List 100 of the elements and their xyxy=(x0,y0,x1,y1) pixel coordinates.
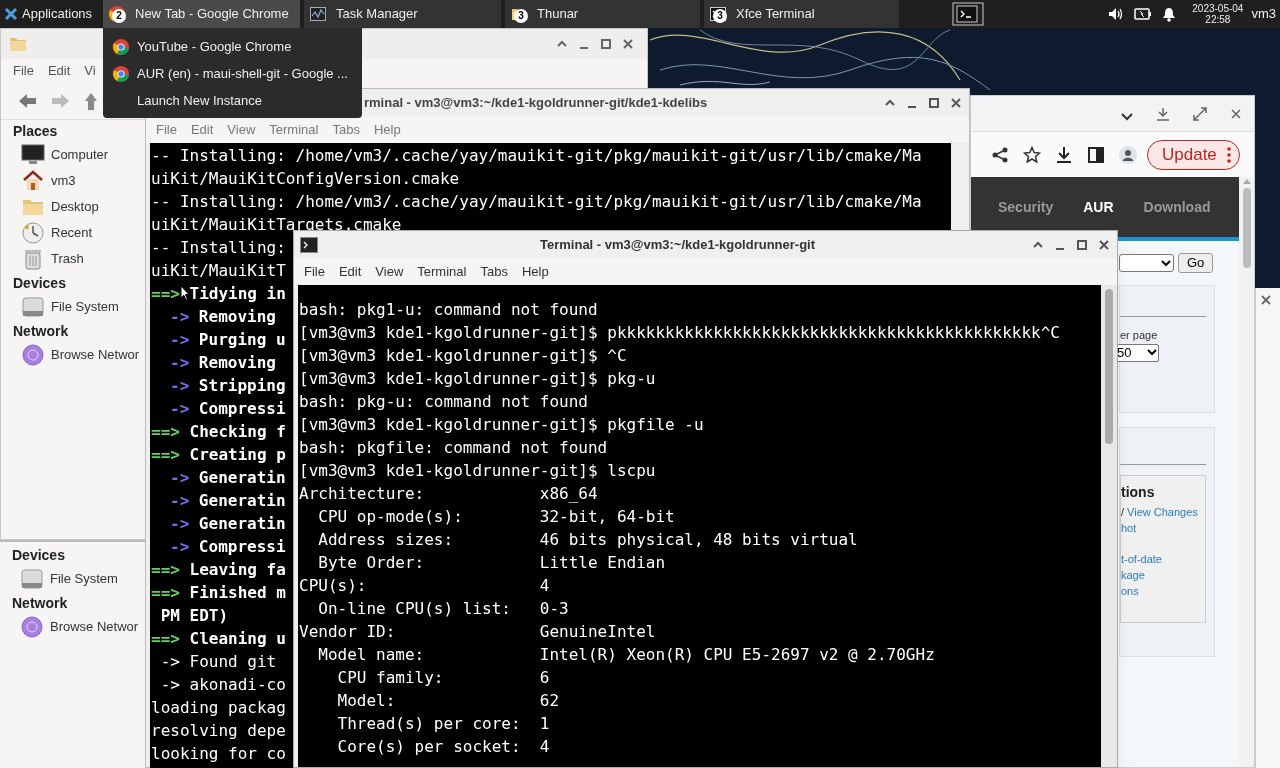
output-line: Finished m xyxy=(189,582,286,604)
go-button[interactable]: Go xyxy=(1178,253,1214,273)
close-button[interactable] xyxy=(621,37,635,51)
prompt-marker: -> xyxy=(170,536,190,558)
actions-heading: tions xyxy=(1121,483,1156,502)
download-tray-icon[interactable] xyxy=(1156,106,1170,121)
output-line: CPU family: 6 xyxy=(336,667,551,689)
update-button[interactable]: Update xyxy=(1147,139,1240,170)
menu-item[interactable]: Help xyxy=(373,120,401,140)
menu-item[interactable]: File xyxy=(13,61,34,81)
applications-menu[interactable]: Applications xyxy=(22,4,93,24)
menu-item[interactable]: Tabs xyxy=(480,262,508,282)
close-button[interactable] xyxy=(949,96,963,110)
prompt-marker: -> xyxy=(170,398,190,420)
sidebar-item[interactable]: Trash xyxy=(51,249,84,269)
output-line: Architecture: x86_64 xyxy=(299,483,599,505)
nav-link[interactable]: AUR xyxy=(1083,196,1114,218)
share-icon[interactable] xyxy=(991,145,1009,164)
sidebar-item[interactable]: vm3 xyxy=(51,171,76,191)
chrome-icon xyxy=(113,38,129,55)
drive-icon xyxy=(20,567,44,591)
action-link[interactable]: t-of-date xyxy=(1121,551,1162,567)
profile-icon[interactable] xyxy=(1119,145,1137,164)
menu-item[interactable]: Edit xyxy=(338,262,362,282)
up-arrow-icon[interactable] xyxy=(85,92,97,110)
action-link[interactable]: ons xyxy=(1121,583,1139,599)
section-heading: Places xyxy=(12,122,59,141)
section-heading: Network xyxy=(11,594,69,613)
caret-down-icon xyxy=(1161,259,1171,267)
menu-item[interactable]: Terminal xyxy=(269,120,319,140)
menu-item[interactable]: File xyxy=(156,120,177,140)
side-panel-icon[interactable] xyxy=(1087,145,1105,164)
output-line: resolving depe xyxy=(151,720,286,742)
graph-icon xyxy=(310,6,326,22)
sidebar-item[interactable]: Computer xyxy=(51,145,109,165)
close-icon[interactable] xyxy=(1260,294,1272,306)
output-line: -> Found git xyxy=(159,651,277,673)
prompt-marker: -> xyxy=(170,329,190,351)
output-line: -- Installing: xyxy=(151,237,286,259)
download-icon[interactable] xyxy=(1055,145,1073,164)
user-name[interactable]: vm3 xyxy=(1251,4,1276,24)
action-link[interactable]: View Changes xyxy=(1127,504,1198,520)
star-icon[interactable] xyxy=(1023,145,1041,164)
chrome-icon xyxy=(113,65,129,82)
scrollbar-thumb[interactable] xyxy=(1105,289,1113,444)
taskbar-button[interactable]: 2 New Tab - Google Chrome xyxy=(103,0,300,28)
menu-item[interactable]: View xyxy=(375,262,404,282)
output-line: Model: 62 xyxy=(336,690,561,712)
volume-icon[interactable] xyxy=(1108,7,1125,21)
sidebar-item[interactable]: Browse Networ xyxy=(50,617,139,637)
back-arrow-icon[interactable] xyxy=(17,92,37,110)
taskbar-button[interactable]: Task Manager xyxy=(304,0,501,28)
close-icon[interactable] xyxy=(1230,107,1242,120)
scrollbar-thumb[interactable] xyxy=(1242,188,1251,268)
menu-item[interactable]: View xyxy=(227,120,256,140)
maximize-button[interactable] xyxy=(599,37,613,51)
menu-item[interactable]: Vi xyxy=(84,61,96,81)
menu-item[interactable]: Edit xyxy=(190,120,214,140)
battery-icon[interactable] xyxy=(1134,8,1153,20)
dropdown[interactable]: 50 xyxy=(1115,343,1159,362)
nav-link[interactable]: Download xyxy=(1143,196,1211,218)
caret-down-icon[interactable] xyxy=(1120,111,1134,122)
workspace-terminal-icon[interactable] xyxy=(952,2,985,26)
nav-link[interactable]: Security xyxy=(998,196,1054,218)
bell-icon[interactable] xyxy=(1162,6,1177,22)
expand-icon[interactable] xyxy=(1192,105,1208,122)
sidebar-item[interactable]: Browse Networ xyxy=(51,345,140,365)
output-line: Purging u xyxy=(198,329,286,351)
menu-item[interactable]: AUR (en) - maui-shell-git - Google ... xyxy=(137,63,348,84)
maximize-button[interactable] xyxy=(927,96,941,110)
output-line: Checking f xyxy=(189,421,286,443)
sidebar-item[interactable]: Desktop xyxy=(51,197,99,217)
maximize-button[interactable] xyxy=(1075,238,1089,252)
sidebar-item[interactable]: File System xyxy=(51,297,119,317)
clock-date[interactable]: 2023-05-04 xyxy=(1192,3,1244,14)
taskbar-label: Thunar xyxy=(537,5,579,24)
close-button[interactable] xyxy=(1097,238,1111,252)
menu-item[interactable]: Terminal xyxy=(417,262,467,282)
clock-time[interactable]: 22:58 xyxy=(1205,14,1231,25)
output-line: [vm3@vm3 kde1-kgoldrunner-git]$ pkgfile -u xyxy=(299,414,705,436)
window-title: rminal - vm3@vm3:~/kde1-kgoldrunner-git/kde1-kdelibs xyxy=(364,94,708,113)
taskbar-button[interactable]: 3 Xfce Terminal xyxy=(704,0,899,28)
output-line: Removing xyxy=(198,306,276,328)
menu-item[interactable]: Launch New Instance xyxy=(137,90,263,111)
menu-item[interactable]: File xyxy=(304,262,325,282)
prompt-marker: -> xyxy=(170,490,190,512)
prompt-marker: -> xyxy=(170,513,190,535)
menu-item[interactable]: YouTube - Google Chrome xyxy=(137,36,292,57)
sidebar-item[interactable]: Recent xyxy=(51,223,93,243)
output-line: [vm3@vm3 kde1-kgoldrunner-git]$ pkg-u xyxy=(299,368,657,390)
action-link[interactable]: hot xyxy=(1121,520,1137,536)
dropdown[interactable] xyxy=(1119,254,1174,272)
taskbar-label: Xfce Terminal xyxy=(736,5,815,24)
menu-item[interactable]: Tabs xyxy=(332,120,360,140)
taskbar-button[interactable]: 3 Thunar xyxy=(505,0,700,28)
sidebar-item[interactable]: File System xyxy=(50,569,118,589)
action-link[interactable]: kage xyxy=(1121,567,1145,583)
menu-item[interactable]: Edit xyxy=(47,61,71,81)
output-line: On-line CPU(s) list: 0-3 xyxy=(317,598,570,620)
menu-item[interactable]: Help xyxy=(521,262,549,282)
